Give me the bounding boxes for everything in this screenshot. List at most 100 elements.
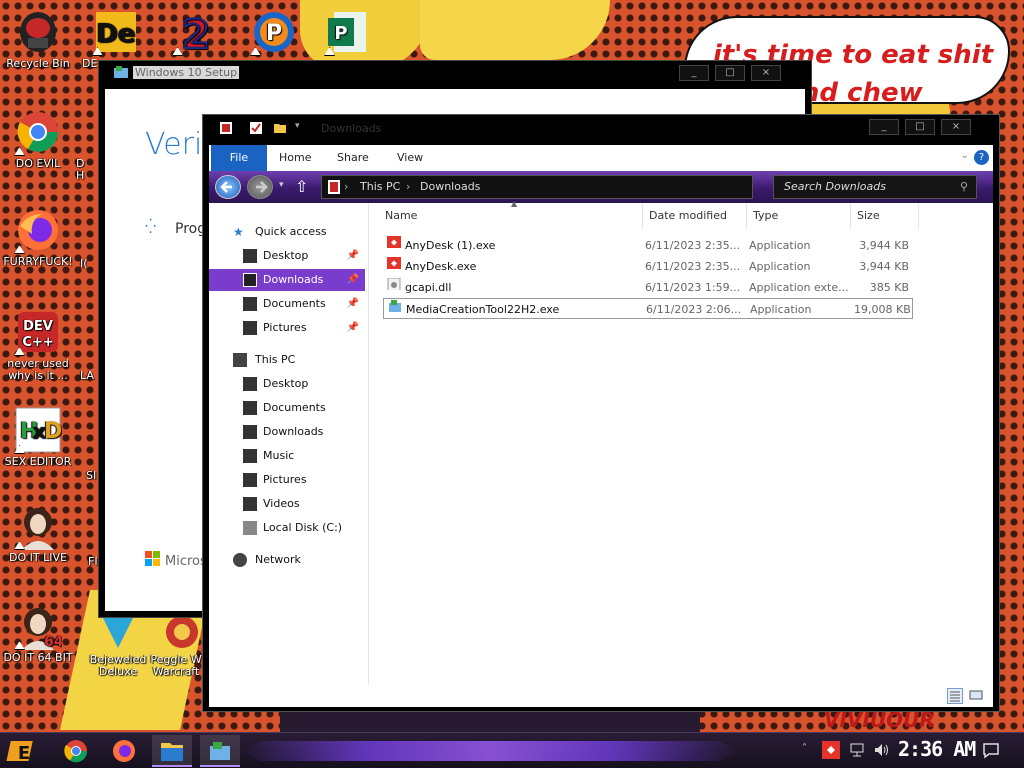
breadcrumb-separator-icon: › bbox=[406, 180, 411, 193]
nav-pc-local-disk[interactable]: Local Disk (C:) bbox=[209, 517, 365, 539]
search-icon: ⚲ bbox=[959, 180, 968, 193]
maximize-button[interactable]: □ bbox=[905, 119, 935, 135]
large-icons-view-icon[interactable] bbox=[969, 688, 985, 704]
pin-icon: 📌 bbox=[346, 322, 359, 333]
properties-quick-icon[interactable] bbox=[249, 121, 263, 135]
file-explorer-icon[interactable] bbox=[152, 735, 192, 767]
forward-button[interactable] bbox=[247, 175, 273, 199]
search-input[interactable]: Search Downloads ⚲ bbox=[773, 175, 977, 199]
volume-tray-icon[interactable] bbox=[872, 741, 890, 759]
address-bar[interactable]: › This PC › Downloads bbox=[321, 175, 753, 199]
close-button[interactable]: × bbox=[751, 65, 781, 81]
microsoft-logo-icon bbox=[145, 551, 161, 567]
explorer-body: ★ Quick access Desktop 📌 Downloads 📌 Doc… bbox=[209, 199, 993, 685]
close-button[interactable]: × bbox=[941, 119, 971, 135]
desktop-icon-bejeweled[interactable]: Bejeweled Deluxe bbox=[80, 612, 156, 678]
notifications-icon[interactable] bbox=[982, 741, 1000, 759]
nav-pc-pictures[interactable]: Pictures bbox=[209, 469, 365, 491]
help-icon[interactable]: ? bbox=[974, 150, 989, 165]
pin-icon: 📌 bbox=[346, 274, 359, 285]
nav-pc-videos[interactable]: Videos bbox=[209, 493, 365, 515]
new-folder-quick-icon[interactable] bbox=[273, 121, 287, 135]
pictures-folder-icon bbox=[243, 473, 257, 487]
desktop-icon-partial[interactable]: LA bbox=[80, 370, 100, 382]
file-size: 385 KB bbox=[869, 281, 909, 294]
taskbar-clock[interactable]: 2:36 AM bbox=[898, 737, 976, 761]
windows-setup-icon[interactable] bbox=[200, 735, 240, 767]
desktop-icon-do-it-live[interactable]: DO IT LIVE bbox=[0, 502, 76, 564]
anydesk-tray-icon[interactable] bbox=[822, 741, 840, 759]
nav-label: Pictures bbox=[263, 473, 307, 486]
nav-quick-access[interactable]: ★ Quick access bbox=[209, 221, 365, 243]
breadcrumb-this-pc[interactable]: This PC bbox=[360, 176, 400, 198]
network-tray-icon[interactable] bbox=[848, 741, 866, 759]
minimize-button[interactable]: _ bbox=[869, 119, 899, 135]
nav-qa-pictures[interactable]: Pictures 📌 bbox=[209, 317, 365, 339]
file-row[interactable]: AnyDesk (1).exe 6/11/2023 2:35... Applic… bbox=[383, 235, 913, 256]
expand-ribbon-icon[interactable]: ⌄ bbox=[961, 150, 969, 161]
desktop-icon-dev-cpp[interactable]: DEV C++ never used why is it ... bbox=[0, 308, 76, 382]
up-arrow-icon[interactable]: ⇧ bbox=[295, 177, 308, 196]
svg-text:De: De bbox=[96, 19, 135, 49]
dll-icon bbox=[387, 277, 401, 290]
file-row[interactable]: AnyDesk.exe 6/11/2023 2:35... Applicatio… bbox=[383, 256, 913, 277]
maximize-button[interactable]: □ bbox=[715, 65, 745, 81]
file-size: 3,944 KB bbox=[859, 239, 909, 252]
media-creation-icon bbox=[388, 299, 402, 312]
back-button[interactable] bbox=[215, 175, 241, 199]
column-header-size[interactable]: Size bbox=[851, 203, 919, 229]
customize-quick-access-icon[interactable]: ▾ bbox=[295, 121, 300, 131]
tab-share[interactable]: Share bbox=[337, 145, 369, 171]
minimize-button[interactable]: _ bbox=[679, 65, 709, 81]
breadcrumb-downloads[interactable]: Downloads bbox=[420, 176, 480, 198]
chrome-icon[interactable] bbox=[56, 735, 96, 767]
column-header-type[interactable]: Type bbox=[747, 203, 851, 229]
folder-titlebar-icon bbox=[219, 121, 233, 135]
nav-pc-desktop[interactable]: Desktop bbox=[209, 373, 365, 395]
show-hidden-icons-icon[interactable]: ˄ bbox=[802, 743, 807, 754]
nav-pc-music[interactable]: Music bbox=[209, 445, 365, 467]
desktop-icon-do-it-64-bit[interactable]: 64 DO IT 64 BIT bbox=[0, 602, 76, 664]
file-explorer-window[interactable]: ▾ Downloads _ □ × File Home Share View ⌄… bbox=[202, 114, 1000, 712]
desktop-icon-2[interactable]: 2 bbox=[158, 8, 234, 59]
column-header-name[interactable]: Name bbox=[379, 203, 643, 229]
desktop-icon-peggle[interactable]: Peggle W Warcraft bbox=[148, 612, 204, 678]
desktop-icon-partial[interactable]: I( bbox=[80, 258, 100, 270]
portrait-64-icon: 64 bbox=[14, 602, 64, 650]
peggle-icon bbox=[152, 612, 200, 652]
nav-qa-downloads[interactable]: Downloads 📌 bbox=[209, 269, 365, 291]
explorer-titlebar[interactable]: ▾ Downloads _ □ × bbox=[203, 115, 999, 143]
file-row[interactable]: MediaCreationTool22H2.exe 6/11/2023 2:06… bbox=[383, 298, 913, 319]
desktop-icon-partial[interactable]: D H bbox=[76, 158, 96, 182]
desktop-icon-do-evil[interactable]: DO EVIL bbox=[0, 108, 76, 170]
pin-icon: 📌 bbox=[346, 298, 359, 309]
nav-pc-downloads[interactable]: Downloads bbox=[209, 421, 365, 443]
file-type: Application bbox=[750, 303, 812, 316]
publisher-icon: P bbox=[324, 8, 372, 56]
nav-qa-documents[interactable]: Documents 📌 bbox=[209, 293, 365, 315]
desktop-icon-p[interactable]: P bbox=[236, 8, 312, 58]
setup-titlebar[interactable]: Windows 10 Setup _ □ × bbox=[99, 61, 811, 83]
details-view-icon[interactable] bbox=[947, 688, 963, 704]
tab-file[interactable]: File bbox=[211, 145, 267, 171]
desktop-icon-furryfuck[interactable]: FURRYFUCK! bbox=[0, 206, 76, 268]
desktop-icon-sex-editor[interactable]: HxD SEX EDITOR bbox=[0, 406, 76, 468]
start-button[interactable]: E bbox=[4, 735, 44, 767]
recycle-bin-icon bbox=[14, 8, 62, 56]
tab-view[interactable]: View bbox=[397, 145, 423, 171]
nav-this-pc[interactable]: This PC bbox=[209, 349, 365, 371]
nav-label: This PC bbox=[255, 353, 296, 366]
nav-pc-documents[interactable]: Documents bbox=[209, 397, 365, 419]
nav-label: Videos bbox=[263, 497, 300, 510]
nav-qa-desktop[interactable]: Desktop 📌 bbox=[209, 245, 365, 267]
desktop-icon-recycle-bin[interactable]: Recycle Bin bbox=[0, 8, 76, 70]
file-name: MediaCreationTool22H2.exe bbox=[406, 303, 560, 316]
desktop-icon-publisher[interactable]: P bbox=[310, 8, 386, 58]
nav-network[interactable]: Network bbox=[209, 549, 365, 571]
de-app-icon: De bbox=[92, 8, 140, 56]
column-header-date[interactable]: Date modified bbox=[643, 203, 747, 229]
recent-locations-icon[interactable]: ▾ bbox=[279, 180, 284, 190]
firefox-icon[interactable] bbox=[104, 735, 144, 767]
tab-home[interactable]: Home bbox=[279, 145, 311, 171]
file-row[interactable]: gcapi.dll 6/11/2023 1:59... Application … bbox=[383, 277, 913, 298]
